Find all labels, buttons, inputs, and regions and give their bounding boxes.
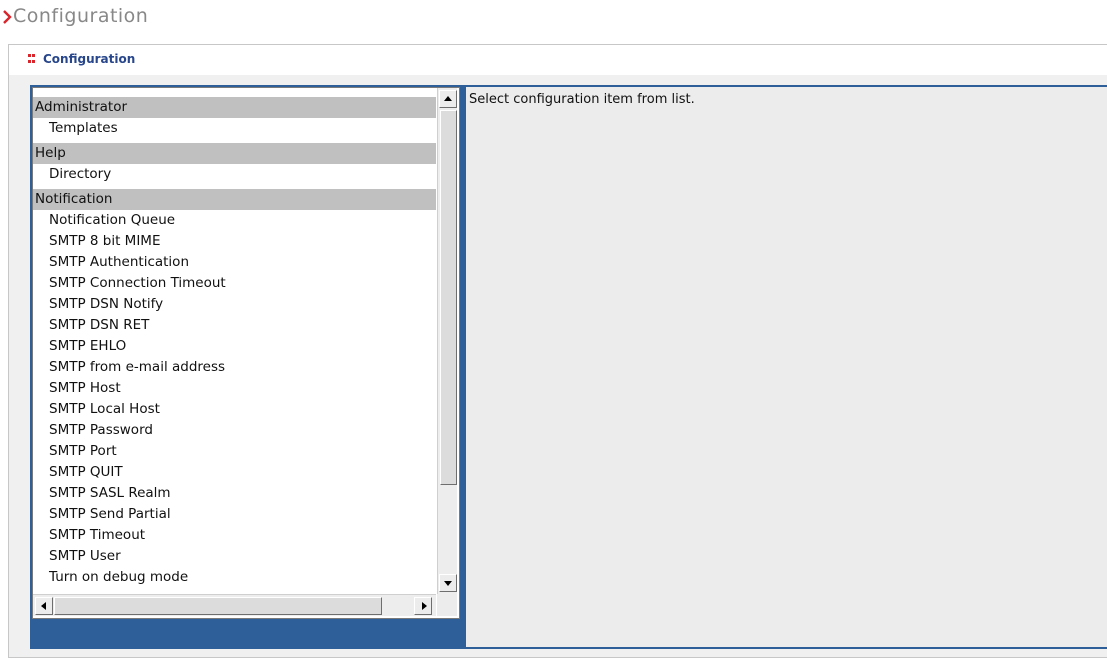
list-item[interactable]: SMTP SASL Realm <box>33 483 436 504</box>
list-item[interactable]: Directory <box>33 164 436 185</box>
detail-message: Select configuration item from list. <box>469 92 695 107</box>
bullet-icon <box>28 54 36 64</box>
list-item[interactable]: Notification Queue <box>33 210 436 231</box>
panel-title: Configuration <box>43 52 136 66</box>
list-item[interactable]: SMTP EHLO <box>33 336 436 357</box>
list-item[interactable]: SMTP Local Host <box>33 399 436 420</box>
vertical-scroll-thumb[interactable] <box>440 110 457 485</box>
scroll-down-arrow-icon[interactable] <box>439 574 457 592</box>
page-header: Configuration <box>0 0 1107 36</box>
list-item[interactable]: SMTP Authentication <box>33 252 436 273</box>
scroll-up-arrow-icon[interactable] <box>439 90 457 108</box>
scrollbar-corner <box>437 594 457 616</box>
list-item[interactable]: SMTP from e-mail address <box>33 357 436 378</box>
page-title: Configuration <box>13 5 149 27</box>
list-item[interactable]: SMTP User <box>33 546 436 567</box>
list-item[interactable]: SMTP Password <box>33 420 436 441</box>
detail-pane: Select configuration item from list. <box>464 85 1107 649</box>
horizontal-scroll-thumb[interactable] <box>54 597 382 615</box>
scroll-left-arrow-icon[interactable] <box>35 597 53 615</box>
horizontal-scrollbar[interactable] <box>33 594 436 616</box>
list-item[interactable]: SMTP QUIT <box>33 462 436 483</box>
list-item[interactable]: SMTP Connection Timeout <box>33 273 436 294</box>
chevron-right-icon <box>3 10 12 24</box>
config-listbox[interactable]: Administrator Templates Help Directory Notif… <box>32 87 460 619</box>
list-item[interactable]: SMTP DSN Notify <box>33 294 436 315</box>
list-item[interactable]: SMTP Send Partial <box>33 504 436 525</box>
list-item[interactable]: SMTP Timeout <box>33 525 436 546</box>
list-group-header: Help <box>33 143 436 164</box>
config-list: Administrator Templates Help Directory Notif… <box>33 97 436 588</box>
vertical-scrollbar[interactable] <box>437 88 457 594</box>
list-item[interactable]: Turn on debug mode <box>33 567 436 588</box>
configuration-panel: Configuration Administrator Templates Help… <box>8 44 1107 658</box>
config-list-pane: Administrator Templates Help Directory Notif… <box>30 85 464 649</box>
list-item[interactable]: SMTP Host <box>33 378 436 399</box>
list-group-header: Notification <box>33 189 436 210</box>
list-item[interactable]: SMTP 8 bit MIME <box>33 231 436 252</box>
list-group-header: Administrator <box>33 97 436 118</box>
list-item[interactable]: SMTP Port <box>33 441 436 462</box>
list-item[interactable]: SMTP DSN RET <box>33 315 436 336</box>
list-item[interactable]: Templates <box>33 118 436 139</box>
panel-header: Configuration <box>9 45 1107 75</box>
scroll-right-arrow-icon[interactable] <box>414 597 432 615</box>
